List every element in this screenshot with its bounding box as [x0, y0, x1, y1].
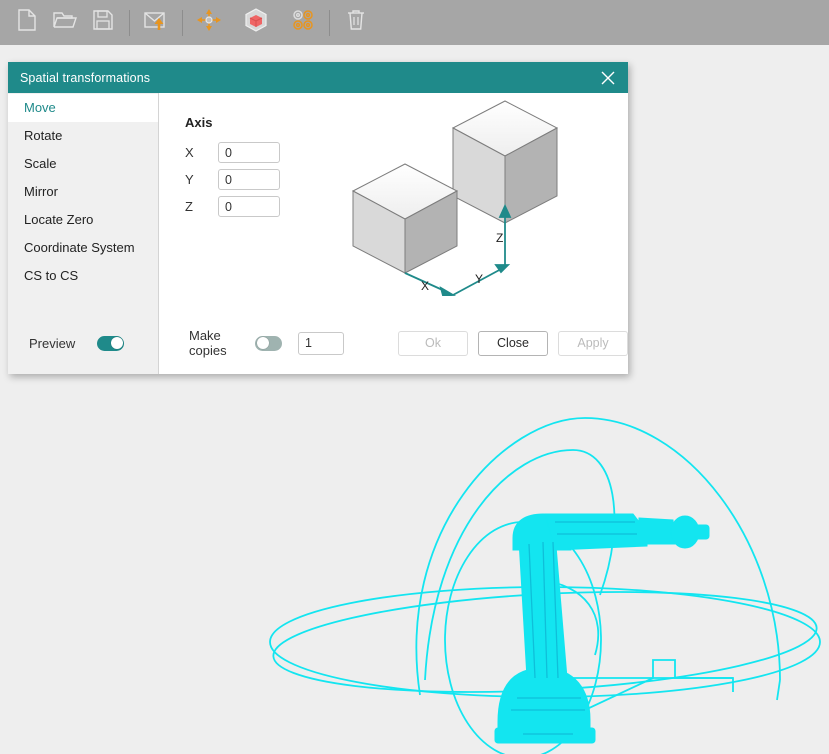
axis-label-x: X: [421, 279, 429, 293]
sidebar-list: Move Rotate Scale Mirror Locate Zero Coo…: [8, 93, 158, 290]
move-axes-icon: [195, 7, 223, 38]
sidebar-item-label: Coordinate System: [24, 240, 135, 255]
new-file-icon: [16, 8, 38, 37]
sidebar-item-cs-to-cs[interactable]: CS to CS: [8, 262, 158, 290]
sidebar-item-rotate[interactable]: Rotate: [8, 122, 158, 150]
import-export-icon: [143, 9, 169, 36]
solid-cube-button[interactable]: [237, 4, 275, 42]
close-button-label: Close: [497, 336, 529, 350]
sidebar-item-label: Move: [24, 100, 56, 115]
close-icon[interactable]: [598, 68, 618, 88]
make-copies-label: Make copies: [189, 328, 227, 358]
axis-z-row: Z: [185, 196, 280, 217]
make-copies-toggle[interactable]: [255, 335, 282, 351]
sidebar-item-label: Mirror: [24, 184, 58, 199]
dialog-titlebar[interactable]: Spatial transformations: [8, 62, 628, 93]
move-cubes-illustration: X Y Z: [337, 96, 627, 301]
import-export-button[interactable]: [137, 4, 175, 42]
sidebar-item-label: Locate Zero: [24, 212, 94, 227]
save-disk-icon: [92, 9, 114, 36]
dialog-body: Move Rotate Scale Mirror Locate Zero Coo…: [8, 93, 628, 374]
spatial-transformations-dialog: Spatial transformations Move Rotate Scal…: [8, 62, 628, 374]
sidebar-item-coordinate-system[interactable]: Coordinate System: [8, 234, 158, 262]
main-toolbar: [0, 0, 829, 45]
cube-solid-icon: [243, 7, 269, 38]
axis-section-title: Axis: [185, 115, 213, 130]
sidebar-item-mirror[interactable]: Mirror: [8, 178, 158, 206]
sidebar-item-move[interactable]: Move: [8, 94, 158, 122]
ok-button-label: Ok: [425, 336, 441, 350]
move-panel: Axis X Y Z: [159, 93, 628, 374]
preview-toggle[interactable]: [97, 335, 125, 351]
axis-y-row: Y: [185, 169, 280, 190]
open-folder-button[interactable]: [46, 4, 84, 42]
axis-z-input[interactable]: [218, 196, 280, 217]
delete-button[interactable]: [337, 4, 375, 42]
toolbar-separator-1: [129, 9, 130, 36]
open-folder-icon: [52, 9, 78, 36]
axis-x-input[interactable]: [218, 142, 280, 163]
axis-y-input[interactable]: [218, 169, 280, 190]
axis-y-label: Y: [185, 172, 194, 187]
preview-row: Preview: [8, 312, 158, 374]
new-file-button[interactable]: [8, 4, 46, 42]
save-button[interactable]: [84, 4, 122, 42]
preview-label: Preview: [29, 335, 76, 351]
preview-toggle-knob: [110, 337, 123, 349]
axis-x-row: X: [185, 142, 280, 163]
copies-count-input[interactable]: [298, 331, 344, 355]
toolbar-separator-3: [329, 9, 330, 36]
axis-x-label: X: [185, 145, 194, 160]
sidebar-item-locate-zero[interactable]: Locate Zero: [8, 206, 158, 234]
axis-label-z: Z: [496, 231, 503, 245]
robot-arm-wireframe: [255, 410, 829, 754]
sidebar-item-label: Scale: [24, 156, 57, 171]
sidebar-item-scale[interactable]: Scale: [8, 150, 158, 178]
toolbar-separator-2: [182, 9, 183, 36]
trash-delete-icon: [345, 8, 367, 37]
close-button[interactable]: Close: [478, 330, 548, 356]
targets-grid-icon: [289, 7, 317, 38]
apply-button-label: Apply: [577, 336, 609, 350]
dialog-title: Spatial transformations: [20, 70, 151, 85]
transformation-sidebar: Move Rotate Scale Mirror Locate Zero Coo…: [8, 93, 159, 374]
sidebar-item-label: CS to CS: [24, 268, 79, 283]
ok-button[interactable]: Ok: [398, 330, 468, 356]
axis-z-label: Z: [185, 199, 193, 214]
targets-grid-button[interactable]: [284, 4, 322, 42]
apply-button[interactable]: Apply: [558, 330, 628, 356]
sidebar-item-label: Rotate: [24, 128, 63, 143]
dialog-footer: Make copies Ok Close Apply: [159, 312, 628, 374]
make-copies-toggle-knob: [256, 337, 269, 349]
move-axes-button[interactable]: [190, 4, 228, 42]
axis-label-y: Y: [475, 272, 483, 286]
